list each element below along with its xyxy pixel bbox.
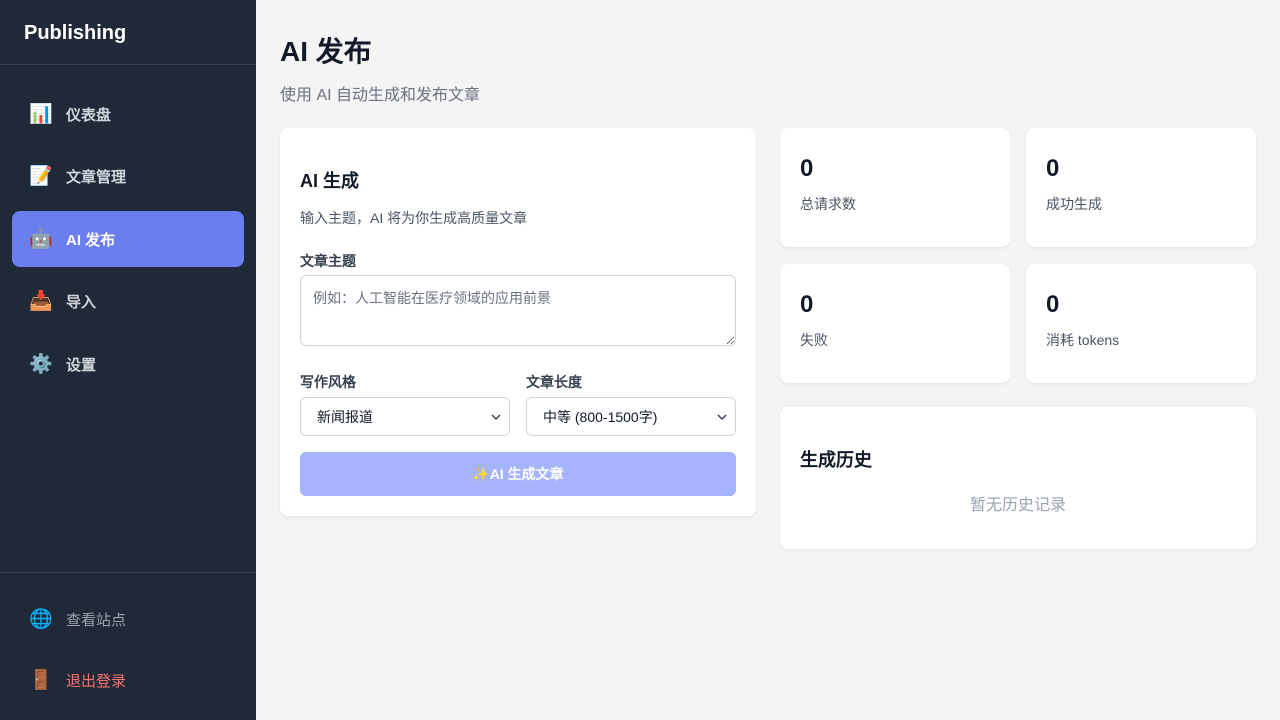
style-select-value: 新闻报道 [317, 408, 373, 425]
bar-chart-icon: 📊 [29, 104, 53, 125]
stat-value: 0 [800, 291, 814, 318]
stat-card-failed: 0 失败 [780, 264, 1010, 383]
sidebar-item-label: 文章管理 [66, 168, 127, 186]
style-label: 写作风格 [300, 374, 356, 390]
globe-icon: 🌐 [29, 609, 53, 630]
history-empty-text: 暂无历史记录 [969, 497, 1066, 514]
style-select[interactable]: 新闻报道 [300, 397, 510, 436]
robot-icon: 🤖 [29, 229, 53, 250]
length-select-value: 中等 (800-1500字) [543, 408, 658, 425]
card-description: 输入主题，AI 将为你生成高质量文章 [300, 210, 528, 226]
ai-generate-card: AI 生成 输入主题，AI 将为你生成高质量文章 文章主题 写作风格 新闻报道 … [280, 128, 756, 516]
sidebar-item-label: AI 发布 [66, 231, 116, 249]
view-site-label: 查看站点 [66, 611, 127, 629]
gear-icon: ⚙️ [29, 354, 53, 375]
length-label: 文章长度 [526, 374, 582, 390]
length-select[interactable]: 中等 (800-1500字) [526, 397, 736, 436]
logout-label: 退出登录 [66, 672, 127, 690]
sidebar-item-dashboard[interactable]: 📊 仪表盘 [12, 86, 244, 142]
logout-button[interactable]: 🚪 退出登录 [12, 652, 244, 708]
door-icon: 🚪 [29, 670, 53, 691]
sidebar: Publishing 📊 仪表盘 📝 文章管理 🤖 AI 发布 📥 导入 ⚙️ … [0, 0, 256, 720]
brand-logo[interactable]: Publishing [0, 0, 256, 65]
sidebar-item-label: 导入 [66, 293, 97, 311]
stat-card-tokens: 0 消耗 tokens [1026, 264, 1256, 383]
topic-input[interactable] [300, 275, 736, 346]
chevron-down-icon [491, 414, 501, 421]
memo-icon: 📝 [29, 166, 53, 187]
sidebar-footer: 🌐 查看站点 🚪 退出登录 [0, 572, 256, 720]
sidebar-item-label: 仪表盘 [66, 106, 112, 124]
stat-card-success: 0 成功生成 [1026, 128, 1256, 247]
card-title: AI 生成 [300, 171, 360, 191]
topic-label: 文章主题 [300, 253, 356, 269]
sidebar-item-articles[interactable]: 📝 文章管理 [12, 148, 244, 204]
view-site-link[interactable]: 🌐 查看站点 [12, 591, 244, 647]
inbox-tray-icon: 📥 [29, 291, 53, 312]
history-title: 生成历史 [800, 450, 872, 470]
stat-label: 总请求数 [800, 196, 856, 212]
stat-value: 0 [800, 155, 814, 182]
stat-value: 0 [1046, 291, 1060, 318]
stat-label: 失败 [800, 332, 828, 348]
generate-article-button[interactable]: ✨AI 生成文章 [300, 452, 736, 496]
stat-card-total-requests: 0 总请求数 [780, 128, 1010, 247]
sidebar-item-label: 设置 [66, 356, 97, 374]
stat-label: 消耗 tokens [1046, 332, 1120, 348]
page-title: AI 发布 [280, 36, 372, 67]
sidebar-item-settings[interactable]: ⚙️ 设置 [12, 336, 244, 392]
stat-label: 成功生成 [1046, 196, 1102, 212]
sidebar-item-ai-publish[interactable]: 🤖 AI 发布 [12, 211, 244, 267]
chevron-down-icon [717, 414, 727, 421]
history-card: 生成历史 暂无历史记录 [780, 407, 1256, 549]
stat-value: 0 [1046, 155, 1060, 182]
sidebar-item-import[interactable]: 📥 导入 [12, 273, 244, 329]
page-subtitle: 使用 AI 自动生成和发布文章 [280, 87, 481, 104]
